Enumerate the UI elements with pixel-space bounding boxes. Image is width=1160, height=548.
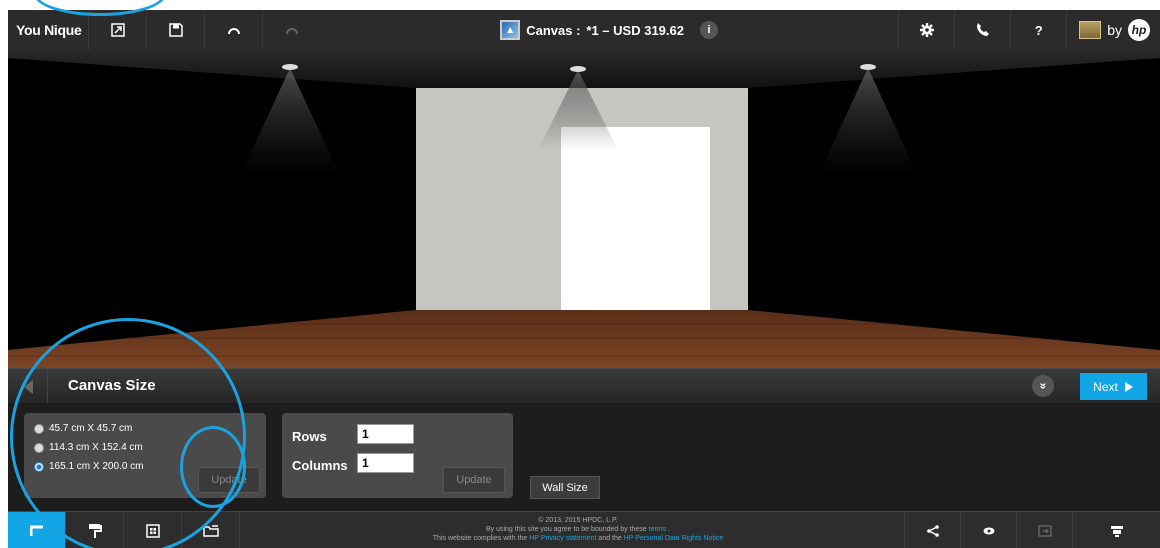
brand-name: You Nique bbox=[16, 22, 82, 38]
radio-button[interactable] bbox=[34, 423, 44, 434]
columns-input[interactable] bbox=[357, 453, 414, 473]
app-window: You Nique ▲ Canvas : *1 – USD 319.62 i ?… bbox=[0, 0, 1160, 548]
canvas-3d-preview[interactable] bbox=[8, 50, 1160, 368]
collapse-panel-button[interactable]: » bbox=[1032, 375, 1054, 397]
by-label: by bbox=[1107, 22, 1122, 38]
canvas-artwork bbox=[561, 127, 710, 310]
gallery-badge-icon bbox=[1079, 21, 1102, 39]
data-rights-link[interactable]: HP Personal Data Rights Notice bbox=[624, 535, 723, 542]
canvas-price: *1 – USD 319.62 bbox=[586, 22, 684, 38]
settings-button[interactable] bbox=[898, 10, 954, 50]
panel-back-button[interactable] bbox=[8, 369, 48, 404]
terms-end: . bbox=[668, 526, 671, 533]
radio-button[interactable] bbox=[34, 442, 44, 453]
tab-layout[interactable] bbox=[124, 512, 182, 548]
paint-roller-icon bbox=[88, 523, 102, 538]
eye-icon bbox=[983, 527, 994, 534]
arrow-left-icon bbox=[23, 379, 33, 394]
size-option-label: 114.3 cm X 152.4 cm bbox=[49, 442, 143, 453]
footer-legal: © 2013, 2015 HPDC, L.P. By using this si… bbox=[308, 516, 848, 543]
tab-canvas-size[interactable] bbox=[8, 512, 66, 548]
gallery-scene bbox=[8, 50, 1160, 368]
help-icon: ? bbox=[1034, 22, 1043, 38]
hp-branding: by hp bbox=[1066, 10, 1160, 50]
redo-button[interactable] bbox=[262, 10, 320, 50]
next-label: Next bbox=[1093, 379, 1118, 394]
toolbar-right: ? by hp bbox=[898, 10, 1160, 50]
spotlight-center bbox=[570, 66, 586, 72]
size-option-label: 45.7 cm X 45.7 cm bbox=[49, 423, 133, 434]
canvas-size-panel: 45.7 cm X 45.7 cm 114.3 cm X 152.4 cm 16… bbox=[8, 403, 1160, 511]
grid-options-box: Rows Columns Update bbox=[282, 413, 513, 498]
next-button[interactable]: Next bbox=[1080, 373, 1147, 400]
privacy-line: This website complies with the HP Privac… bbox=[308, 534, 848, 543]
canvas-thumbnail-icon: ▲ bbox=[500, 20, 521, 40]
hp-logo: hp bbox=[1128, 19, 1150, 41]
size-option[interactable]: 165.1 cm X 200.0 cm bbox=[34, 461, 144, 472]
canvas-title: ▲ Canvas : *1 – USD 319.62 i bbox=[320, 20, 898, 40]
radio-button-checked[interactable] bbox=[34, 461, 44, 472]
cart-button[interactable] bbox=[1072, 512, 1160, 548]
canvas-label: Canvas : bbox=[526, 22, 581, 38]
save-icon bbox=[168, 23, 183, 37]
export-button[interactable] bbox=[1016, 512, 1072, 548]
terms-text: By using this site you agree to be bound… bbox=[485, 526, 647, 533]
undo-icon bbox=[227, 28, 240, 35]
folder-icon bbox=[202, 525, 219, 537]
expand-button[interactable] bbox=[88, 10, 146, 50]
redo-icon bbox=[285, 28, 298, 35]
undo-button[interactable] bbox=[204, 10, 262, 50]
privacy-statement-link[interactable]: HP Privacy statement bbox=[529, 535, 596, 542]
preview-button[interactable] bbox=[960, 512, 1016, 548]
settings-icon bbox=[919, 23, 934, 37]
panel-title: Canvas Size bbox=[68, 377, 156, 394]
play-right-icon bbox=[1124, 381, 1133, 392]
share-icon bbox=[926, 524, 939, 537]
info-icon[interactable]: i bbox=[699, 21, 718, 39]
columns-label: Columns bbox=[292, 458, 348, 473]
canvas-corner-icon bbox=[29, 525, 43, 536]
size-update-button[interactable]: Update bbox=[198, 467, 260, 493]
size-option[interactable]: 114.3 cm X 152.4 cm bbox=[34, 442, 143, 453]
expand-icon bbox=[110, 23, 125, 37]
privacy-and: and the bbox=[598, 535, 622, 542]
share-button[interactable] bbox=[904, 512, 960, 548]
grid-update-button[interactable]: Update bbox=[443, 467, 505, 493]
rows-input[interactable] bbox=[357, 424, 414, 444]
support-icon bbox=[976, 23, 989, 36]
spotlight-right bbox=[860, 64, 876, 70]
copyright-text: © 2013, 2015 HPDC, L.P. bbox=[538, 517, 618, 524]
save-button[interactable] bbox=[146, 10, 204, 50]
grid-layout-icon bbox=[145, 523, 160, 538]
size-option-label: 165.1 cm X 200.0 cm bbox=[49, 461, 144, 472]
size-option[interactable]: 45.7 cm X 45.7 cm bbox=[34, 423, 132, 434]
size-options-box: 45.7 cm X 45.7 cm 114.3 cm X 152.4 cm 16… bbox=[24, 413, 266, 498]
cart-icon bbox=[1110, 525, 1123, 537]
wall-size-button[interactable]: Wall Size bbox=[530, 476, 600, 499]
tab-paint[interactable] bbox=[66, 512, 124, 548]
bottom-navigation: © 2013, 2015 HPDC, L.P. By using this si… bbox=[8, 511, 1160, 548]
panel-header: Canvas Size » Next bbox=[8, 368, 1160, 404]
tab-folder[interactable] bbox=[182, 512, 240, 548]
help-button[interactable]: ? bbox=[1010, 10, 1066, 50]
top-toolbar: You Nique ▲ Canvas : *1 – USD 319.62 i ?… bbox=[8, 10, 1160, 50]
spotlight-left bbox=[282, 64, 298, 70]
rows-label: Rows bbox=[292, 429, 327, 444]
privacy-text: This website complies with the bbox=[432, 535, 528, 542]
export-icon bbox=[1037, 524, 1052, 537]
terms-line: By using this site you agree to be bound… bbox=[308, 525, 848, 534]
support-button[interactable] bbox=[954, 10, 1010, 50]
chevron-double-down-icon: » bbox=[1036, 382, 1050, 390]
terms-link[interactable]: terms bbox=[649, 526, 667, 533]
